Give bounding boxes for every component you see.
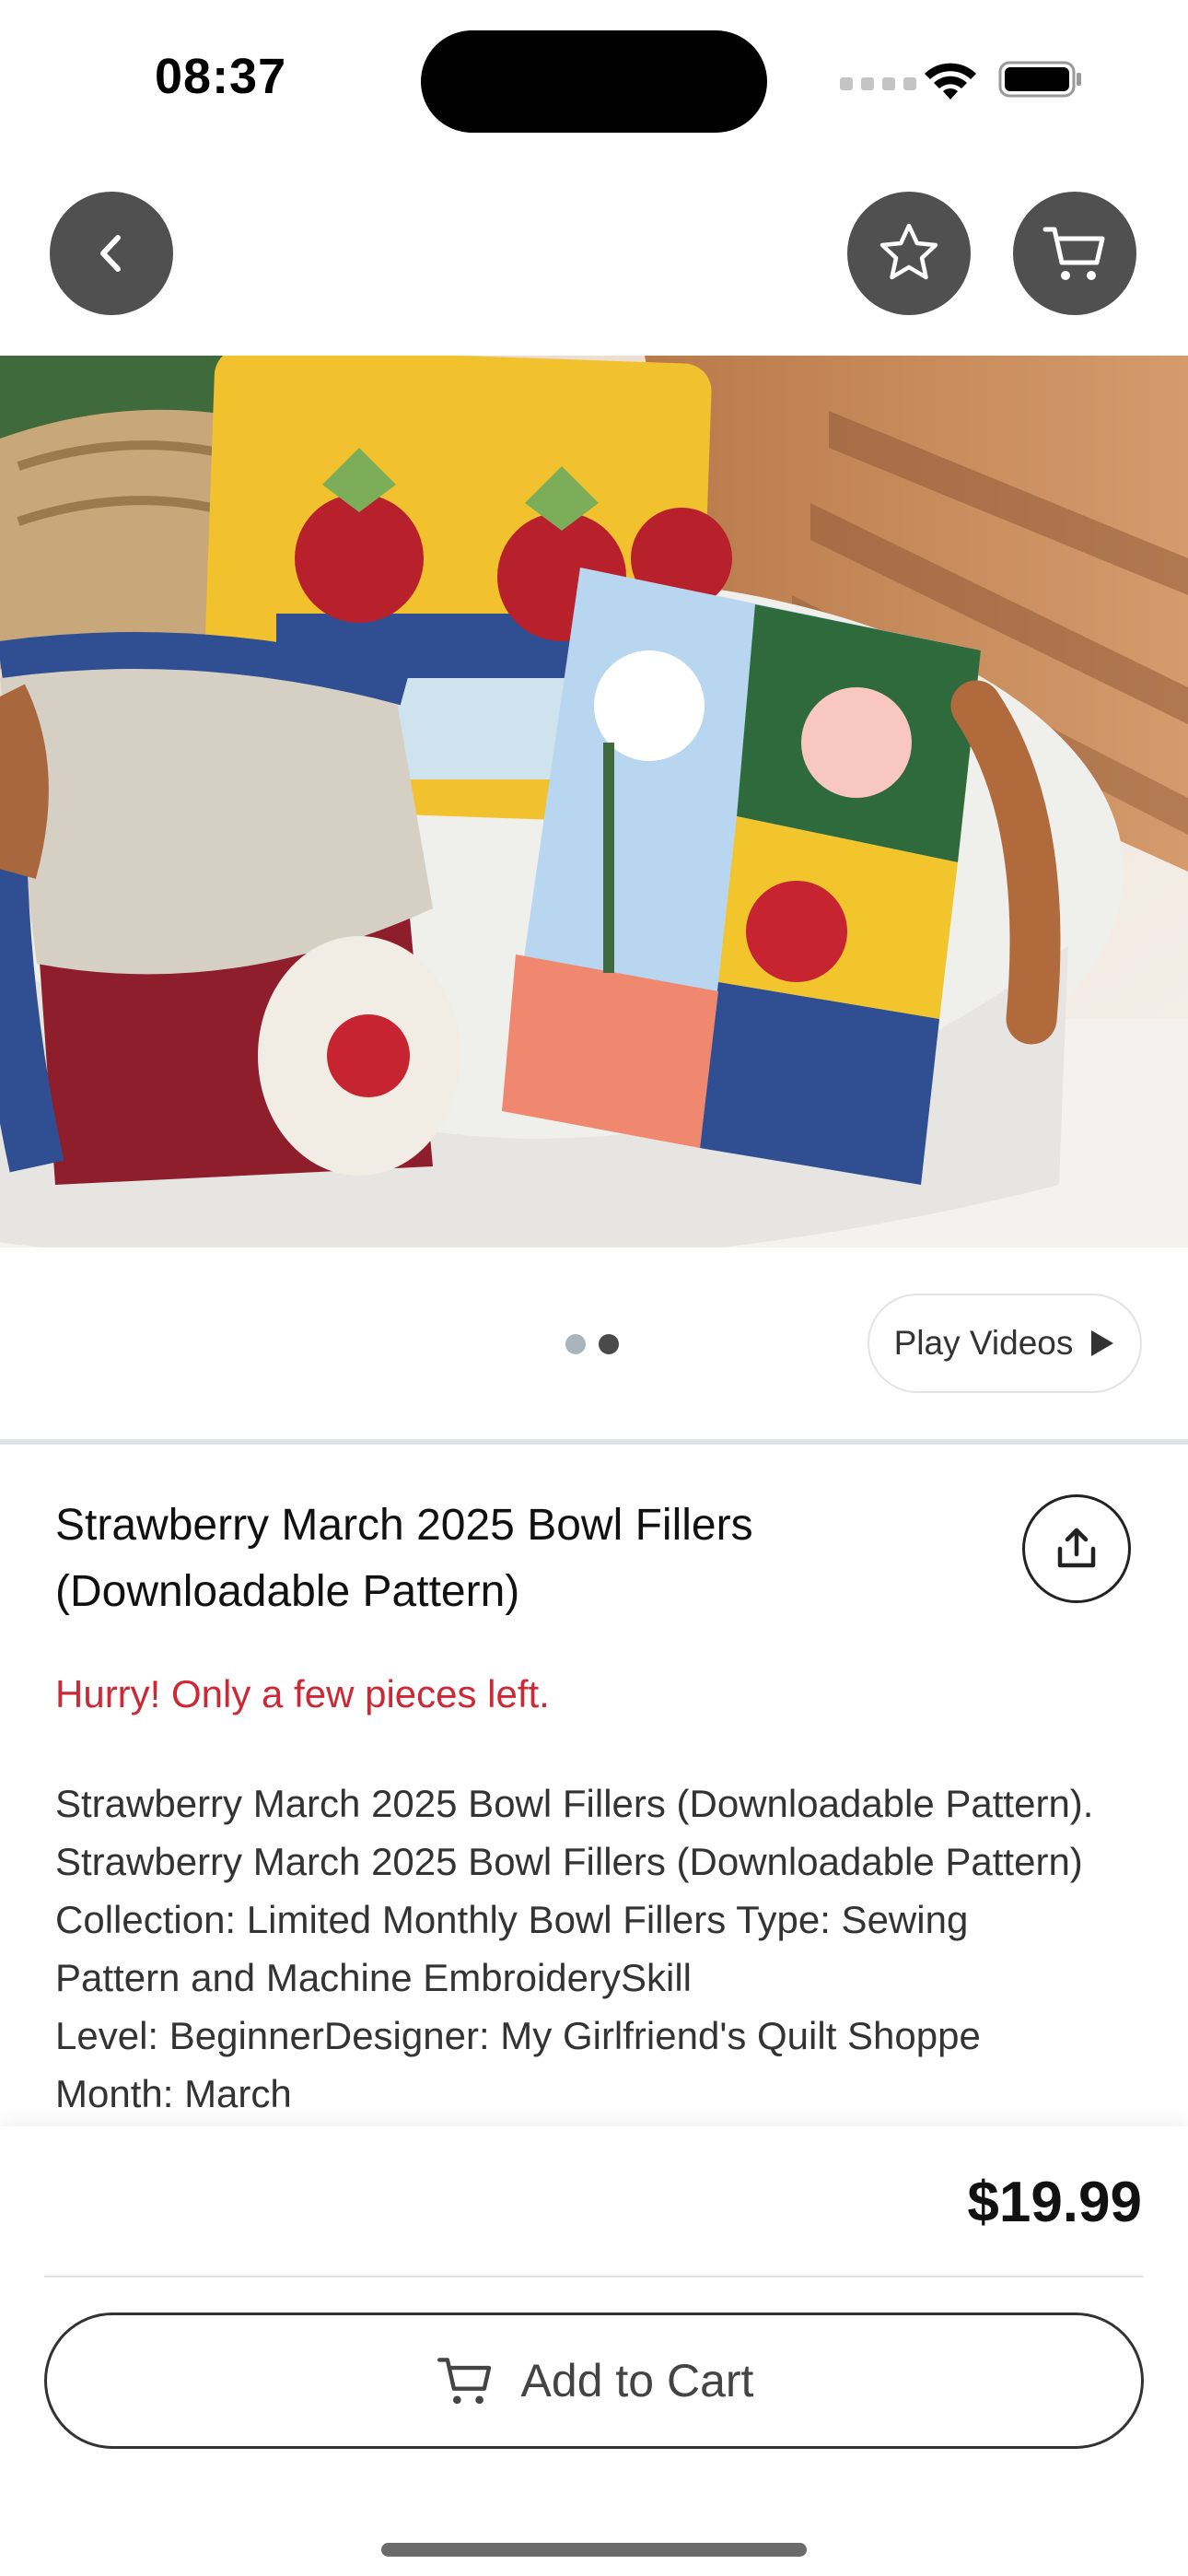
back-button[interactable] xyxy=(50,192,173,315)
description-line: Collection: Limited Monthly Bowl Fillers… xyxy=(55,1898,969,1941)
purchase-bar-divider xyxy=(44,2276,1144,2277)
description-line: Strawberry March 2025 Bowl Fillers (Down… xyxy=(55,1782,1094,1825)
status-time: 08:37 xyxy=(155,49,287,104)
product-description: Strawberry March 2025 Bowl Fillers (Down… xyxy=(55,1774,1142,2123)
wifi-icon xyxy=(925,63,976,100)
star-icon xyxy=(879,223,938,280)
home-indicator[interactable] xyxy=(381,2543,807,2557)
description-line: Pattern and Machine EmbroiderySkill xyxy=(55,1956,692,1999)
description-line: Level: BeginnerDesigner: My Girlfriend's… xyxy=(55,2014,981,2057)
cart-button[interactable] xyxy=(1013,192,1136,315)
add-to-cart-label: Add to Cart xyxy=(520,2355,754,2406)
battery-icon xyxy=(998,61,1081,98)
description-line: Month: March xyxy=(55,2072,292,2115)
cellular-signal-icon xyxy=(840,77,916,90)
dynamic-island xyxy=(421,30,767,133)
page-dot-active[interactable] xyxy=(599,1334,619,1354)
favorite-button[interactable] xyxy=(847,192,971,315)
description-line: Strawberry March 2025 Bowl Fillers (Down… xyxy=(55,1840,1083,1883)
stock-warning: Hurry! Only a few pieces left. xyxy=(55,1672,550,1715)
play-videos-label: Play Videos xyxy=(893,1324,1074,1362)
share-icon xyxy=(1057,1528,1096,1568)
product-title: Strawberry March 2025 Bowl Fillers (Down… xyxy=(55,1501,753,1616)
page-dot[interactable] xyxy=(565,1334,586,1354)
image-pagination[interactable] xyxy=(565,1334,619,1354)
play-videos-button[interactable]: Play Videos xyxy=(868,1294,1142,1393)
cart-icon xyxy=(437,2358,491,2405)
play-icon xyxy=(1091,1330,1114,1356)
add-to-cart-button[interactable]: Add to Cart xyxy=(44,2313,1144,2449)
chevron-left-icon xyxy=(100,235,121,272)
share-button[interactable] xyxy=(1022,1494,1131,1603)
section-divider xyxy=(0,1439,1188,1445)
product-image[interactable] xyxy=(0,356,1188,1247)
status-bar: 08:37 xyxy=(0,0,1188,157)
cart-icon xyxy=(1042,227,1105,280)
product-price: $19.99 xyxy=(967,2171,1142,2234)
